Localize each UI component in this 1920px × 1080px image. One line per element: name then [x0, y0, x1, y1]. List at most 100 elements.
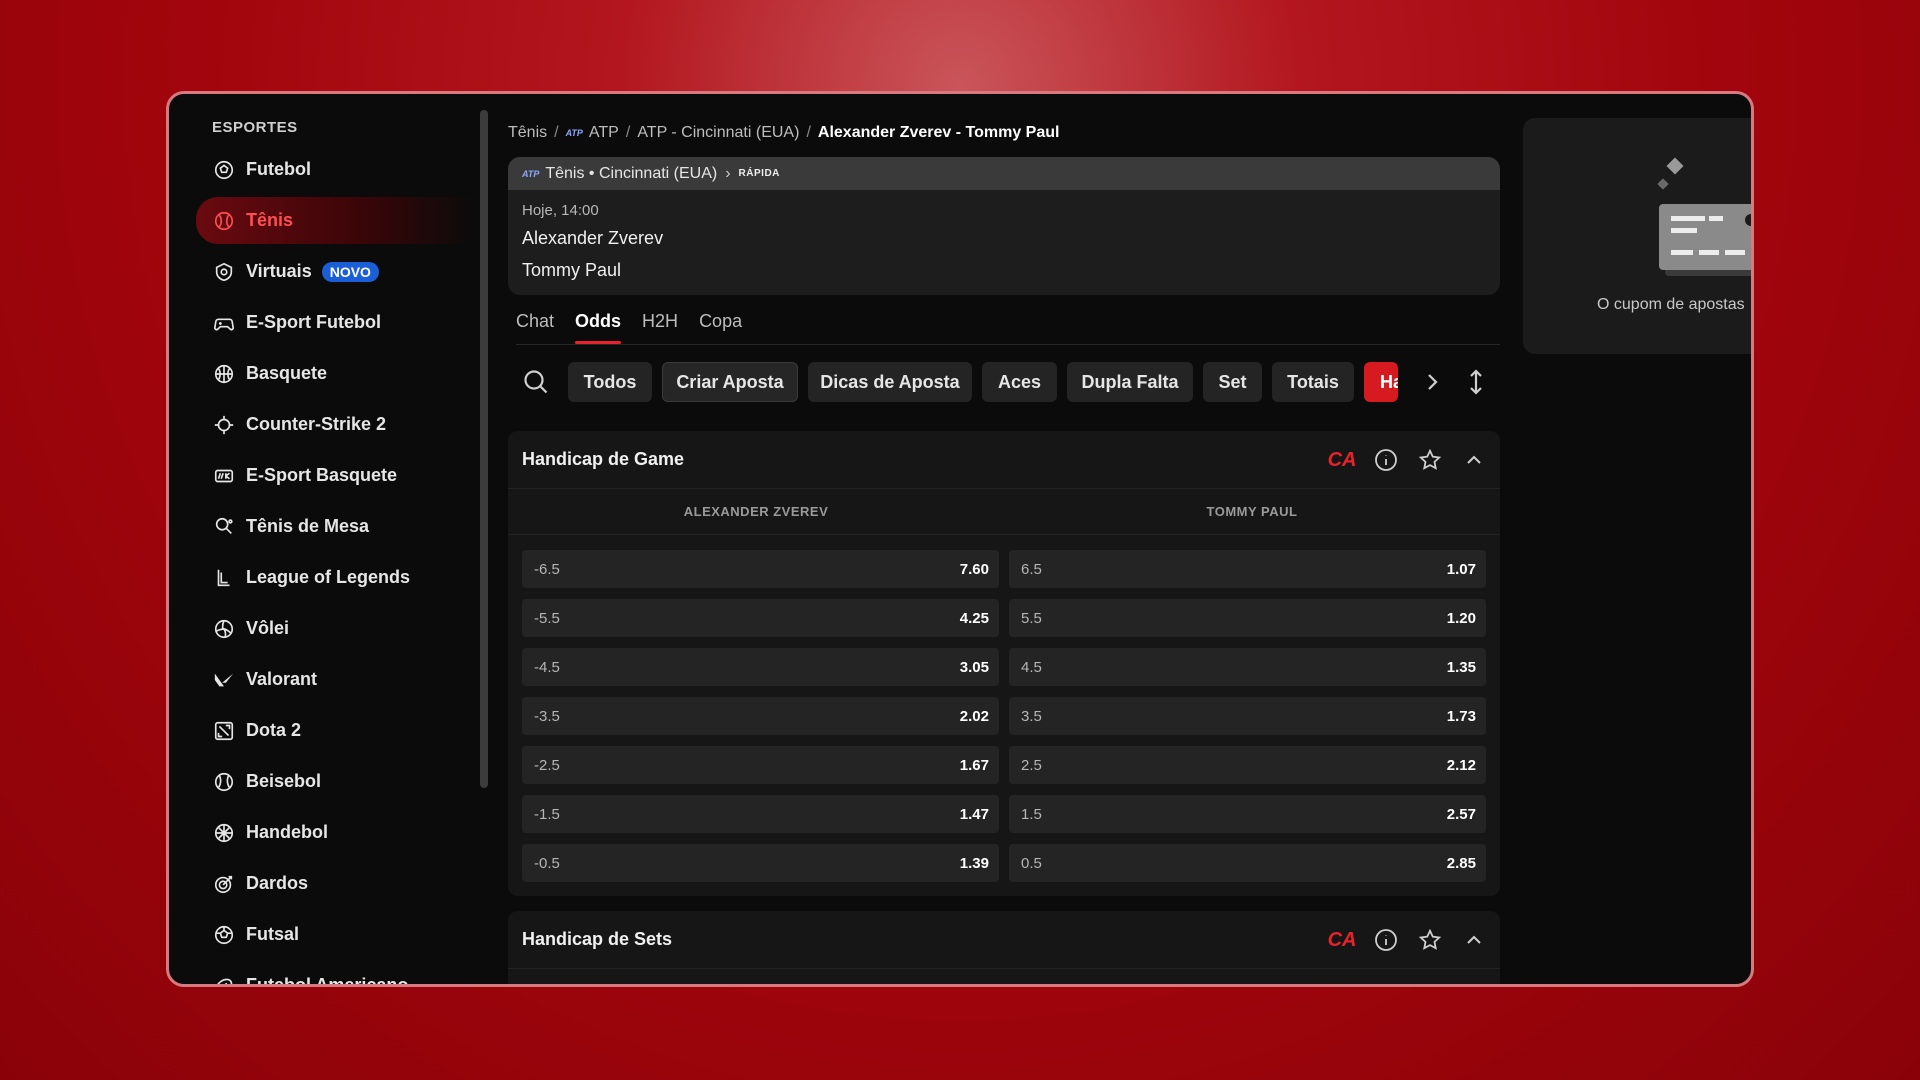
odd-button[interactable]: 1.5 2.57 — [1009, 795, 1486, 833]
sidebar-item-futsal[interactable]: Futsal — [196, 911, 473, 958]
odd-price: 1.47 — [959, 805, 989, 823]
tab-copa[interactable]: Copa — [699, 311, 742, 344]
star-icon[interactable] — [1418, 448, 1442, 472]
atp-logo-icon: ATP — [565, 128, 583, 138]
odd-price: 4.25 — [959, 609, 989, 627]
expand-collapse-icon[interactable] — [1464, 368, 1488, 396]
sidebar-item-tenis-de-mesa[interactable]: Tênis de Mesa — [196, 503, 473, 550]
odd-button[interactable]: 4.5 1.35 — [1009, 648, 1486, 686]
breadcrumb-item-tournament[interactable]: ATP - Cincinnati (EUA) — [637, 124, 799, 142]
match-tag: RÁPIDA — [738, 168, 780, 179]
odd-button[interactable]: -5.5 4.25 — [522, 599, 999, 637]
odds-row: -6.5 7.60 6.5 1.07 — [522, 550, 1486, 588]
odd-button[interactable]: -4.5 3.05 — [522, 648, 999, 686]
sidebar-item-valorant[interactable]: Valorant — [196, 656, 473, 703]
sidebar-item-label: Tênis de Mesa — [246, 516, 370, 536]
sidebar-item-label: Handebol — [246, 822, 329, 842]
info-icon[interactable] — [1374, 448, 1398, 472]
handicap-line: -0.5 — [534, 854, 560, 872]
info-icon[interactable] — [1374, 928, 1398, 952]
odd-price: 1.07 — [1446, 560, 1476, 578]
filter-totais[interactable]: Totais — [1272, 362, 1354, 402]
sidebar-item-counter-strike[interactable]: Counter-Strike 2 — [196, 401, 473, 448]
market-header[interactable]: Handicap de Game CA — [508, 431, 1500, 489]
tab-chat[interactable]: Chat — [516, 311, 554, 344]
odd-button[interactable]: -6.5 7.60 — [522, 550, 999, 588]
new-badge: NOVO — [321, 261, 379, 282]
odd-button[interactable]: 3.5 1.73 — [1009, 697, 1486, 735]
odd-button[interactable]: -1.5 1.47 — [522, 795, 999, 833]
odd-button[interactable]: -3.5 2.02 — [522, 697, 999, 735]
breadcrumb-item-atp[interactable]: ATP — [589, 124, 619, 142]
basketball-icon — [212, 362, 236, 386]
odd-button[interactable]: 5.5 1.20 — [1009, 599, 1486, 637]
sidebar-item-label: Valorant — [246, 669, 318, 689]
sidebar-item-league-of-legends[interactable]: League of Legends — [196, 554, 473, 601]
match-card: ATP Tênis • Cincinnati (EUA) › RÁPIDA Ho… — [508, 157, 1500, 295]
filter-handicap[interactable]: Ha — [1364, 362, 1398, 402]
odd-button[interactable]: 0.5 2.85 — [1009, 844, 1486, 882]
sidebar-item-label: Dardos — [246, 873, 309, 893]
sidebar-item-esport-basquete[interactable]: E-Sport Basquete — [196, 452, 473, 499]
filter-aces[interactable]: Aces — [982, 362, 1057, 402]
market-title: Handicap de Game — [522, 449, 685, 469]
tab-h2h[interactable]: H2H — [642, 311, 678, 344]
main-content: Tênis / ATP ATP / ATP - Cincinnati (EUA)… — [508, 94, 1500, 984]
match-header[interactable]: ATP Tênis • Cincinnati (EUA) › RÁPIDA — [508, 157, 1500, 190]
handicap-line: 3.5 — [1021, 707, 1042, 725]
filter-set[interactable]: Set — [1203, 362, 1262, 402]
breadcrumb-current: Alexander Zverev - Tommy Paul — [817, 124, 1060, 141]
soccer-ball-icon — [212, 158, 236, 182]
sidebar-item-label: Beisebol — [246, 771, 322, 791]
odds-row: -4.5 3.05 4.5 1.35 — [522, 648, 1486, 686]
odds-row: -5.5 4.25 5.5 1.20 — [522, 599, 1486, 637]
chevron-up-icon[interactable] — [1462, 928, 1486, 952]
odd-button[interactable]: 6.5 1.07 — [1009, 550, 1486, 588]
sidebar-item-volei[interactable]: Vôlei — [196, 605, 473, 652]
sidebar-item-dardos[interactable]: Dardos — [196, 860, 473, 907]
odd-button[interactable]: -0.5 1.39 — [522, 844, 999, 882]
sidebar-scrollbar[interactable] — [480, 110, 488, 788]
sidebar-item-basquete[interactable]: Basquete — [196, 350, 473, 397]
odds-row: -0.5 1.39 0.5 2.85 — [522, 844, 1486, 882]
breadcrumb-item-tenis[interactable]: Tênis — [508, 124, 547, 142]
tab-odds[interactable]: Odds — [575, 311, 622, 344]
handicap-line: 5.5 — [1021, 609, 1042, 627]
volleyball-icon — [212, 617, 236, 641]
filter-dicas-de-aposta[interactable]: Dicas de Aposta — [808, 362, 972, 402]
odd-price: 2.02 — [959, 707, 989, 725]
odd-price: 2.57 — [1446, 805, 1476, 823]
sidebar-item-beisebol[interactable]: Beisebol — [196, 758, 473, 805]
sidebar-item-futebol[interactable]: Futebol — [196, 146, 473, 193]
ticket-illustration-icon — [1657, 157, 1751, 276]
player-2-name: Tommy Paul — [522, 260, 622, 280]
chevron-up-icon[interactable] — [1462, 448, 1486, 472]
filter-todos[interactable]: Todos — [568, 362, 652, 402]
market-handicap-de-sets: Handicap de Sets CA ALEXANDER ZVEREV TOM… — [508, 911, 1500, 984]
sidebar-item-label: Futebol — [246, 159, 311, 179]
odd-price: 7.60 — [959, 560, 989, 578]
sidebar-item-esport-futebol[interactable]: E-Sport Futebol — [196, 299, 473, 346]
odd-button[interactable]: 2.5 2.12 — [1009, 746, 1486, 784]
column-player-2: TOMMY PAUL — [1206, 504, 1298, 519]
odd-price: 1.39 — [959, 854, 989, 872]
odds-row: -2.5 1.67 2.5 2.12 — [522, 746, 1486, 784]
market-header[interactable]: Handicap de Sets CA — [508, 911, 1500, 969]
sidebar-item-futebol-americano[interactable]: Futebol Americano — [196, 962, 473, 984]
odd-price: 2.12 — [1446, 756, 1476, 774]
filter-criar-aposta[interactable]: Criar Aposta — [662, 362, 798, 402]
star-icon[interactable] — [1418, 928, 1442, 952]
odd-button[interactable]: -2.5 1.67 — [522, 746, 999, 784]
sidebar-item-tenis[interactable]: Tênis — [196, 197, 473, 244]
sidebar-item-dota[interactable]: Dota 2 — [196, 707, 473, 754]
match-tabs: Chat Odds H2H Copa — [516, 311, 742, 344]
sidebar-item-label: Virtuais — [246, 261, 312, 281]
chevron-right-icon[interactable] — [1420, 370, 1444, 394]
sidebar-item-handebol[interactable]: Handebol — [196, 809, 473, 856]
odds-row: -1.5 1.47 1.5 2.57 — [522, 795, 1486, 833]
breadcrumb: Tênis / ATP ATP / ATP - Cincinnati (EUA)… — [508, 124, 1060, 142]
sidebar-item-virtuais[interactable]: Virtuais NOVO — [196, 248, 473, 295]
search-icon[interactable] — [522, 368, 550, 396]
odd-price: 3.05 — [959, 658, 989, 676]
filter-dupla-falta[interactable]: Dupla Falta — [1067, 362, 1193, 402]
